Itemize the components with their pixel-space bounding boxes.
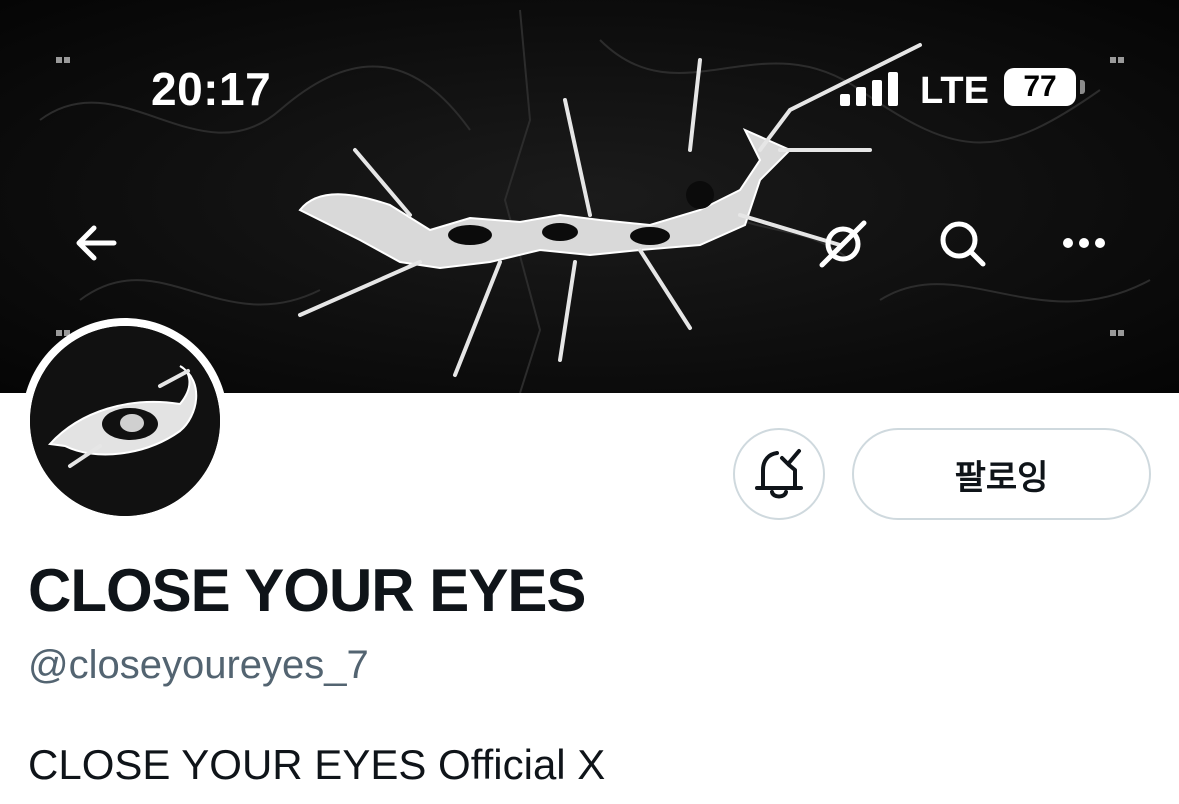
- notification-settings-button[interactable]: [733, 428, 825, 520]
- battery-cap: [1080, 80, 1085, 94]
- profile-handle: @closeyoureyes_7: [28, 643, 369, 687]
- bell-check-icon: [755, 449, 803, 499]
- status-time: 20:17: [151, 63, 272, 115]
- avatar[interactable]: [30, 326, 220, 516]
- following-button[interactable]: 팔로잉: [852, 428, 1151, 520]
- back-button[interactable]: [66, 213, 126, 273]
- arrow-left-icon: [76, 225, 117, 261]
- translate-button[interactable]: [812, 213, 872, 273]
- battery-indicator: 77: [1004, 68, 1076, 106]
- no-translate-icon: [819, 220, 867, 268]
- more-horizontal-icon: [1063, 238, 1105, 248]
- search-icon: [940, 221, 986, 267]
- status-bar: 20:17 LTE 77: [0, 0, 1179, 120]
- cellular-signal-icon: [840, 72, 898, 106]
- profile-bio: CLOSE YOUR EYES Official X: [28, 741, 606, 788]
- search-button[interactable]: [932, 213, 992, 273]
- avatar-eye-logo: [30, 326, 220, 516]
- more-button[interactable]: [1054, 213, 1114, 273]
- profile-display-name: CLOSE YOUR EYES: [28, 557, 586, 624]
- network-type: LTE: [920, 70, 989, 112]
